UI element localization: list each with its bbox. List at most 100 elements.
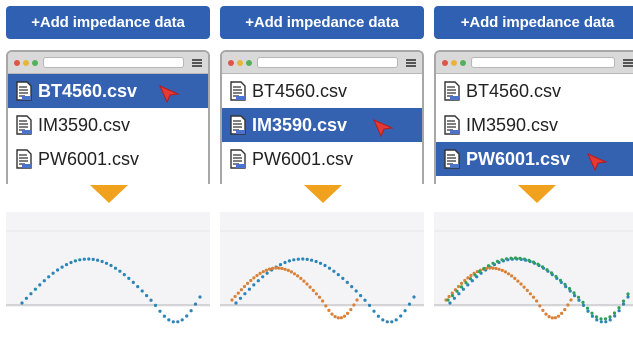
data-point [73,259,77,263]
file-item-bt4560[interactable]: BT4560.csv [222,74,422,108]
file-item-im3590[interactable]: IM3590.csv [8,108,208,142]
add-button-label: Add impedance data [39,14,185,31]
data-point [264,268,268,272]
data-point [78,258,82,262]
data-point [617,309,621,313]
data-point [278,263,283,267]
close-dot-icon[interactable] [442,60,448,66]
data-point [495,259,500,263]
minimize-dot-icon[interactable] [237,60,243,66]
file-name: BT4560.csv [38,80,138,101]
data-point [127,276,131,280]
window-titlebar [436,52,633,74]
file-item-im3590[interactable]: IM3590.csv [436,108,633,142]
hamburger-menu-icon[interactable] [192,59,202,67]
data-point [500,268,504,272]
data-point [327,266,332,270]
data-point [162,314,166,318]
data-point [513,256,518,260]
add-impedance-data-button[interactable]: +Add impedance data [220,6,424,39]
data-point [576,295,581,299]
data-point [131,280,135,284]
data-point [359,294,363,298]
file-name: BT4560.csv [252,80,348,101]
mouse-cursor-icon [587,153,608,172]
address-bar[interactable] [471,57,615,68]
minimize-dot-icon[interactable] [451,60,457,66]
data-point [581,303,586,307]
file-list: BT4560.csv IM3590.csv PW6001.csv [222,74,422,176]
data-point [473,273,477,277]
csv-file-icon [230,115,246,135]
file-item-bt4560[interactable]: BT4560.csv [8,74,208,108]
data-point [42,279,46,283]
data-point [243,292,247,296]
data-point [171,320,175,324]
data-point [554,274,558,279]
data-point [513,276,517,280]
data-point [118,269,122,273]
data-point [553,316,557,320]
data-point [355,298,359,302]
data-point [585,306,590,310]
data-point [531,295,536,299]
data-point [494,266,498,271]
add-impedance-data-button[interactable]: +Add impedance data [434,6,633,39]
data-point [448,301,452,305]
data-point [345,280,349,284]
data-point [321,299,325,303]
file-list: BT4560.csv IM3590.csv PW6001.csv [436,74,633,176]
close-dot-icon[interactable] [228,60,234,66]
address-bar[interactable] [43,57,184,68]
file-item-im3590[interactable]: IM3590.csv [222,108,422,142]
data-point [271,266,275,270]
hamburger-menu-icon[interactable] [406,59,416,67]
data-point [346,311,350,315]
add-impedance-data-button[interactable]: +Add impedance data [6,6,210,39]
data-point [469,273,473,278]
data-point [599,320,603,324]
data-point [339,316,343,320]
data-point [247,287,251,291]
data-point [51,271,55,275]
plot-lower-band [6,307,210,356]
data-point [302,279,306,283]
data-point [567,287,572,291]
close-dot-icon[interactable] [14,60,20,66]
data-point [604,320,608,324]
data-point [198,295,202,299]
data-point [519,282,523,286]
file-item-bt4560[interactable]: BT4560.csv [436,74,633,108]
file-item-pw6001[interactable]: PW6001.csv [8,142,208,176]
data-point [603,317,608,321]
maximize-dot-icon[interactable] [246,60,252,66]
data-point [569,298,573,302]
data-point [590,314,594,318]
data-point [20,301,24,305]
data-point [528,292,532,296]
data-point [556,314,561,318]
data-point [180,318,184,322]
minimize-dot-icon[interactable] [23,60,29,66]
data-point [516,279,520,283]
data-point [497,267,501,271]
data-point [403,309,407,313]
file-name: IM3590.csv [38,114,131,135]
file-item-pw6001[interactable]: PW6001.csv [436,142,633,176]
address-bar[interactable] [257,57,398,68]
data-point [447,294,451,299]
data-point [342,314,347,318]
data-point [149,298,153,302]
add-button-label: Add impedance data [253,14,399,31]
plot-lower-band [434,307,633,356]
maximize-dot-icon[interactable] [460,60,466,66]
mouse-cursor-icon [373,119,394,138]
csv-file-icon [16,149,32,169]
data-point [327,308,331,312]
maximize-dot-icon[interactable] [32,60,38,66]
data-point [265,271,269,275]
hamburger-menu-icon[interactable] [623,59,633,67]
file-item-pw6001[interactable]: PW6001.csv [222,142,422,176]
data-point [314,259,318,264]
data-point [621,302,626,306]
